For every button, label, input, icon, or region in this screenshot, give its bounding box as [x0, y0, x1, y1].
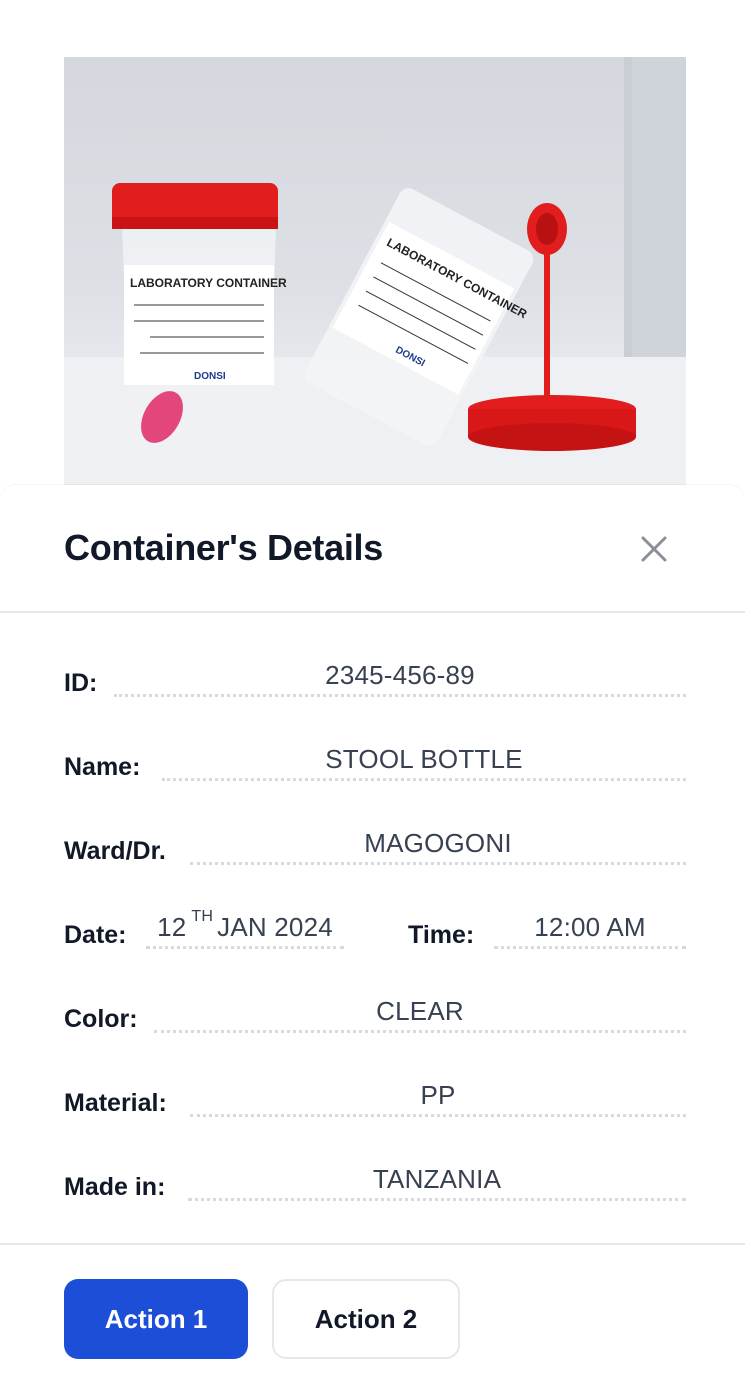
field-id: ID: 2345-456-89 — [64, 657, 686, 707]
field-ward: Ward/Dr. MAGOGONI — [64, 825, 686, 875]
modal-header: Container's Details — [0, 485, 745, 613]
field-label: Time: — [408, 921, 475, 949]
field-label: Made in: — [64, 1173, 166, 1201]
close-icon — [641, 536, 667, 562]
date-value: 12 TH JAN 2024 — [146, 907, 344, 949]
name-value: STOOL BOTTLE — [162, 741, 686, 781]
field-date-time: Date: 12 TH JAN 2024 Time: 12:00 AM — [64, 907, 686, 959]
material-value: PP — [190, 1077, 686, 1117]
field-made-in: Made in: TANZANIA — [64, 1161, 686, 1211]
action-2-button[interactable]: Action 2 — [272, 1279, 460, 1359]
id-value: 2345-456-89 — [114, 657, 686, 697]
field-label: Date: — [64, 921, 127, 949]
field-name: Name: STOOL BOTTLE — [64, 741, 686, 791]
time-value: 12:00 AM — [494, 909, 686, 949]
field-label: Name: — [64, 753, 141, 781]
close-button[interactable] — [630, 525, 678, 573]
date-rest: JAN 2024 — [217, 912, 333, 942]
action-1-button[interactable]: Action 1 — [64, 1279, 248, 1359]
field-material: Material: PP — [64, 1077, 686, 1127]
field-color: Color: CLEAR — [64, 993, 686, 1043]
svg-text:DONSI: DONSI — [194, 371, 226, 382]
color-value: CLEAR — [154, 993, 686, 1033]
date-suffix: TH — [191, 907, 214, 925]
field-label: Material: — [64, 1089, 167, 1117]
modal-title: Container's Details — [64, 527, 383, 568]
left-container: LABORATORY CONTAINER DONSI — [112, 183, 287, 445]
container-photo: LABORATORY CONTAINER DONSI LABORATORY CO… — [64, 57, 686, 485]
field-label: Color: — [64, 1005, 138, 1033]
field-label: Ward/Dr. — [64, 837, 166, 865]
svg-text:LABORATORY CONTAINER: LABORATORY CONTAINER — [130, 276, 287, 290]
footer-divider — [0, 1243, 745, 1245]
made-in-value: TANZANIA — [188, 1161, 686, 1201]
ward-value: MAGOGONI — [190, 825, 686, 865]
date-day: 12 — [157, 912, 187, 942]
details-modal: Container's Details ID: 2345-456-89 Name… — [0, 485, 745, 1384]
field-label: ID: — [64, 669, 98, 697]
